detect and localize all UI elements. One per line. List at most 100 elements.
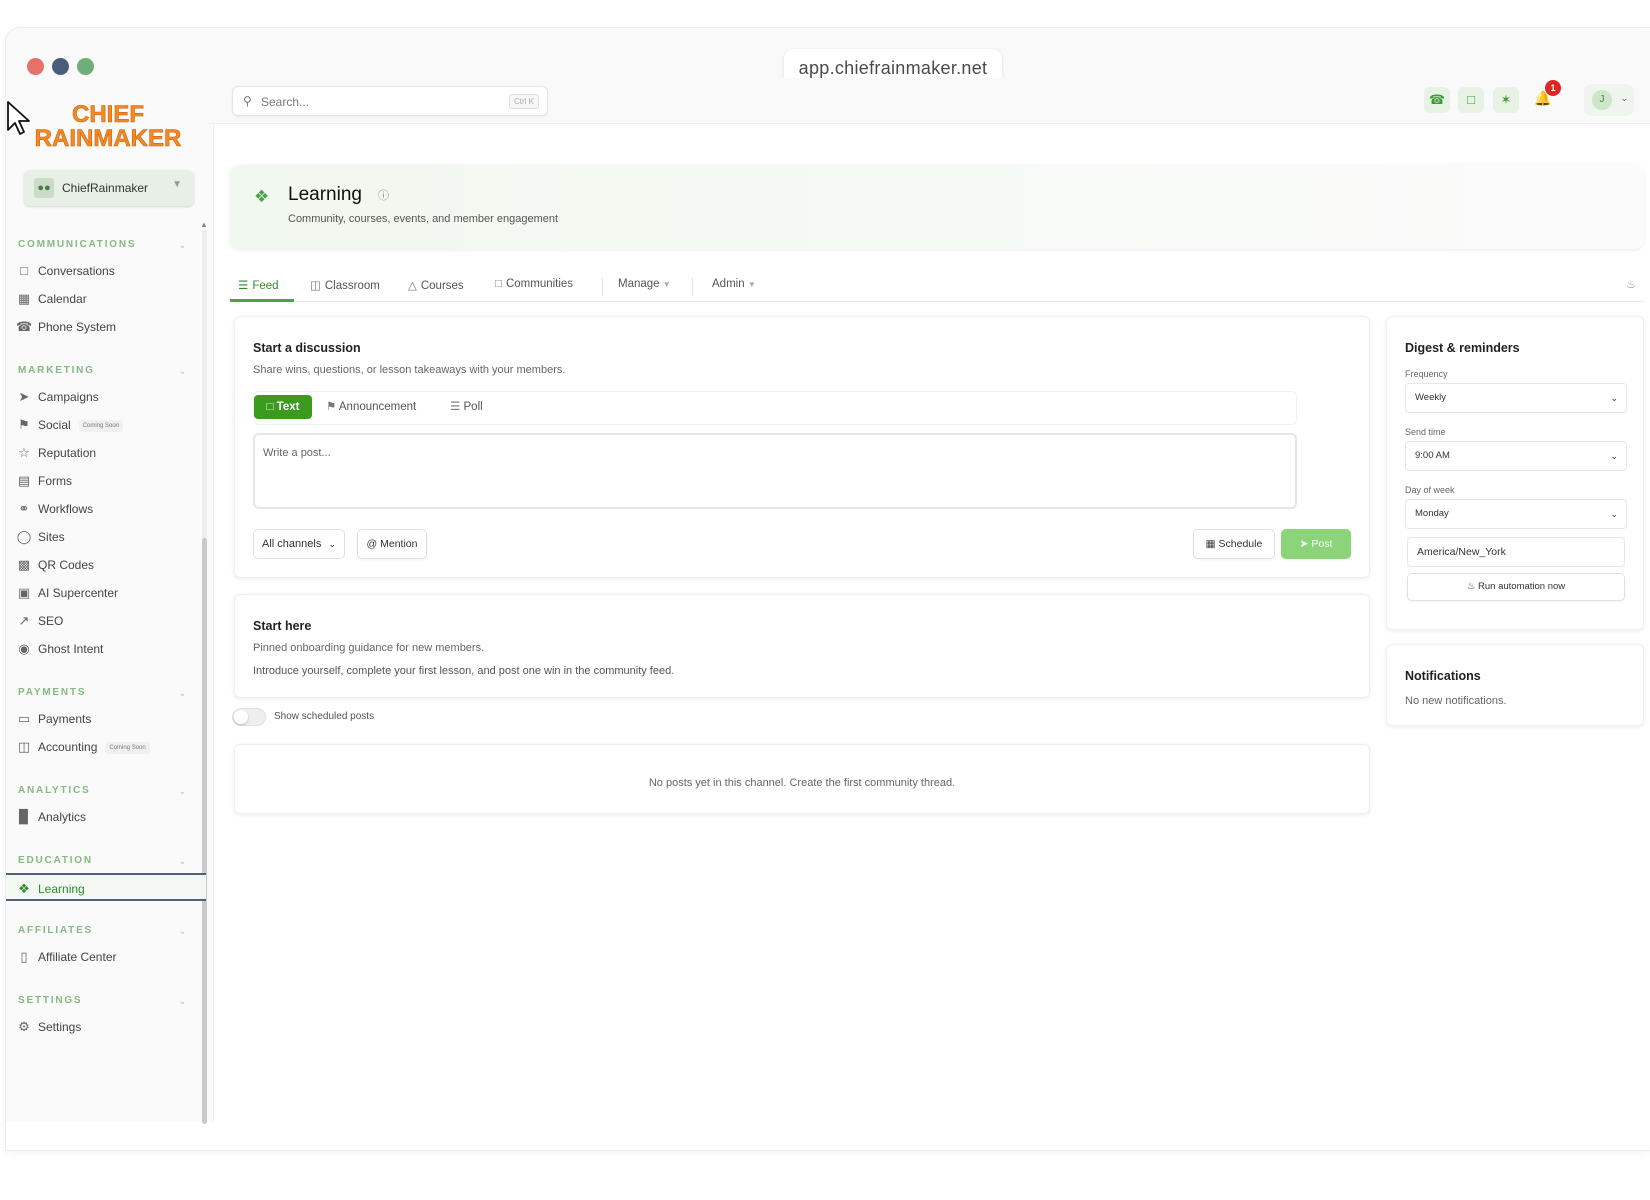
tab-admin[interactable]: Admin ▼ [712, 278, 756, 290]
chevron-down-icon[interactable]: ⌄ [179, 919, 188, 943]
sidebar-item-ai-supercenter[interactable]: ▣ AI Supercenter [6, 579, 206, 607]
qr-code-icon: ▩ [17, 557, 31, 572]
card-title: Notifications [1405, 669, 1481, 683]
chevron-down-icon[interactable]: ⌄ [179, 681, 188, 705]
sidebar-item-affiliate-center[interactable]: ▯ Affiliate Center [6, 943, 206, 971]
chevron-down-icon: ⌄ [328, 539, 336, 549]
chevron-down-icon: ⌄ [1610, 509, 1618, 519]
book-open-icon: ◫ [17, 739, 31, 754]
star-icon: ☆ [18, 445, 30, 460]
toggle-knob [234, 710, 248, 724]
section-marketing: MARKETING ⌄ [6, 359, 206, 383]
send-time-select[interactable]: 9:00 AM ⌄ [1405, 441, 1627, 471]
toggle-label: Show scheduled posts [274, 711, 375, 722]
post-button[interactable]: ➤ Post [1281, 529, 1351, 559]
card-subtitle: Share wins, questions, or lesson takeawa… [253, 364, 566, 376]
show-scheduled-toggle[interactable] [232, 708, 266, 726]
sidebar-item-learning[interactable]: ❖ Learning [6, 873, 206, 901]
card-body: Introduce yourself, complete your first … [253, 665, 675, 677]
sidebar-item-conversations[interactable]: □ Conversations [6, 257, 206, 285]
bug-report-button[interactable]: ✶ [1493, 87, 1519, 113]
chevron-down-icon[interactable]: ⌄ [179, 359, 188, 383]
card-title: Digest & reminders [1405, 341, 1520, 355]
bell-icon: ♨ [1466, 581, 1476, 592]
avatar: J [1592, 90, 1612, 110]
sidebar-item-payments[interactable]: ▭ Payments [6, 705, 206, 733]
sidebar-item-social[interactable]: ⚑ Social Coming Soon [6, 411, 206, 439]
section-communications: COMMUNICATIONS ⌄ [6, 233, 206, 257]
chat-square-icon: □ [20, 263, 28, 278]
post-textarea[interactable]: Write a post... [253, 433, 1297, 509]
sidebar-item-ghost-intent[interactable]: ◉ Ghost Intent [6, 635, 206, 663]
sidebar-item-sites[interactable]: ◯ Sites [6, 523, 206, 551]
notifications-card: Notifications No new notifications. [1386, 644, 1644, 726]
sidebar-item-workflows[interactable]: ⚭ Workflows [6, 495, 206, 523]
tab-classroom[interactable]: ◫ Classroom [310, 278, 380, 292]
timezone-input[interactable]: America/New_York [1407, 537, 1625, 567]
frequency-select[interactable]: Weekly ⌄ [1405, 383, 1627, 413]
tab-communities[interactable]: □ Communities [495, 278, 573, 290]
bar-chart-icon: ▉ [19, 809, 29, 824]
calendar-icon: ▦ [1205, 538, 1216, 550]
schedule-button[interactable]: ▦ Schedule [1193, 529, 1275, 559]
sidebar-item-accounting[interactable]: ◫ Accounting Coming Soon [6, 733, 206, 761]
phone-button[interactable]: ☎ [1424, 87, 1450, 113]
user-menu-button[interactable]: J ⌄ [1584, 84, 1634, 116]
close-window-dot[interactable] [27, 58, 44, 75]
document-icon: ▤ [17, 473, 31, 488]
digest-card: Digest & reminders Frequency Weekly ⌄ Sen… [1386, 316, 1644, 630]
sidebar-item-reputation[interactable]: ☆ Reputation [6, 439, 206, 467]
chevron-down-icon: ⌄ [1620, 93, 1628, 103]
bell-icon[interactable]: ♨ [1626, 278, 1636, 291]
chevron-down-icon[interactable]: ⌄ [179, 849, 188, 873]
tab-feed[interactable]: ☰ Feed [238, 278, 279, 292]
app-topbar: ⚲ Search... Ctrl K ☎ □ ✶ 🔔 1 J ⌄ [208, 78, 1650, 124]
eye-icon: ◉ [18, 641, 30, 656]
globe-icon: ◯ [16, 529, 32, 544]
sidebar-item-analytics[interactable]: ▉ Analytics [6, 803, 206, 831]
minimize-window-dot[interactable] [52, 58, 69, 75]
sidebar-item-calendar[interactable]: ▦ Calendar [6, 285, 206, 313]
sidebar-nav: COMMUNICATIONS ⌄ □ Conversations ▦ Calendar… [6, 223, 206, 1041]
tab-manage[interactable]: Manage ▼ [618, 278, 671, 290]
sidebar-item-settings[interactable]: ⚙ Settings [6, 1013, 206, 1041]
search-input[interactable]: ⚲ Search... Ctrl K [232, 86, 548, 116]
at-icon: @ [366, 538, 378, 550]
chevron-down-icon[interactable]: ⌄ [179, 989, 188, 1013]
chevron-down-icon: ⌄ [1610, 393, 1618, 403]
post-type-text[interactable]: □ Text [254, 395, 312, 419]
sidebar-item-campaigns[interactable]: ➤ Campaigns [6, 383, 206, 411]
card-title: Start a discussion [253, 341, 361, 355]
day-of-week-select[interactable]: Monday ⌄ [1405, 499, 1627, 529]
gear-icon: ⚙ [18, 1019, 30, 1034]
post-type-poll[interactable]: ☰ Poll [450, 395, 483, 419]
calendar-icon: ▦ [17, 291, 31, 306]
day-of-week-label: Day of week [1405, 485, 1455, 495]
coming-soon-badge: Coming Soon [105, 741, 150, 754]
send-icon: ➤ [1299, 538, 1309, 550]
maximize-window-dot[interactable] [77, 58, 94, 75]
chevron-down-icon: ▼ [747, 280, 756, 289]
mention-button[interactable]: @ Mention [357, 529, 427, 559]
sidebar-item-phone-system[interactable]: ☎ Phone System [6, 313, 206, 341]
chevron-down-icon[interactable]: ⌄ [179, 779, 188, 803]
empty-message: No posts yet in this channel. Create the… [648, 777, 956, 789]
channel-select[interactable]: All channels ⌄ [253, 529, 345, 559]
section-education: EDUCATION ⌄ [6, 849, 206, 873]
chief-rainmaker-logo: CHIEF RAINMAKER [34, 102, 181, 148]
tab-courses[interactable]: △ Courses [408, 278, 464, 292]
sidebar-item-forms[interactable]: ▤ Forms [6, 467, 206, 495]
info-icon[interactable]: ⓘ [378, 187, 389, 203]
sidebar-item-seo[interactable]: ↗ SEO [6, 607, 206, 635]
chevron-down-icon[interactable]: ⌄ [179, 233, 188, 257]
sidebar-item-qr-codes[interactable]: ▩ QR Codes [6, 551, 206, 579]
frequency-label: Frequency [1405, 369, 1448, 379]
account-switcher[interactable]: ●● ChiefRainmaker ▼ [24, 170, 194, 206]
messages-button[interactable]: □ [1458, 87, 1484, 113]
tab-divider [692, 278, 693, 296]
mouse-cursor-icon [7, 101, 30, 135]
chevron-down-icon: ▼ [172, 179, 182, 190]
run-automation-button[interactable]: ♨ Run automation now [1407, 573, 1625, 601]
sidebar: CHIEF RAINMAKER ●● ChiefRainmaker ▼ ▲ CO… [6, 78, 214, 1124]
post-type-announcement[interactable]: ⚑ Announcement [326, 395, 416, 419]
